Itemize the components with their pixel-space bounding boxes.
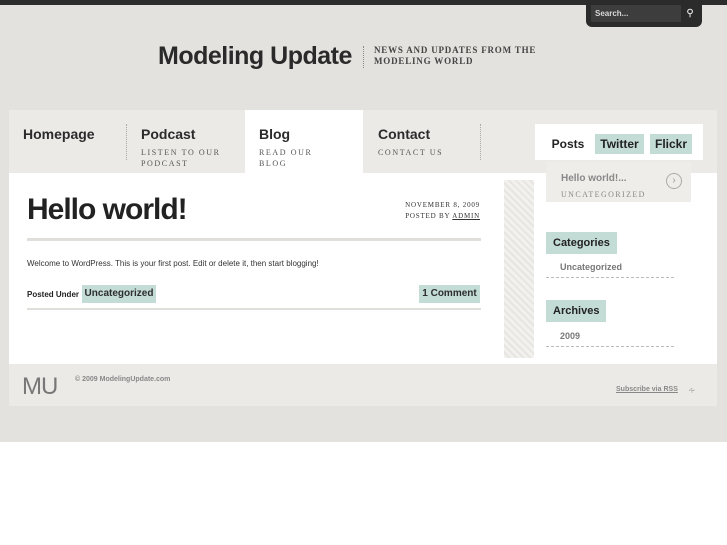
footer-logo: MU — [22, 373, 58, 400]
post-byline: Posted by admin — [360, 212, 480, 220]
tab-posts[interactable]: Posts — [546, 134, 590, 154]
nav-label: Homepage — [23, 126, 95, 142]
archives-heading: Archives — [546, 300, 607, 322]
post-title[interactable]: Hello world! — [27, 193, 188, 227]
nav-label: Podcast — [141, 126, 196, 142]
nav-item-contact[interactable]: Contact Contact us — [364, 110, 481, 173]
search-icon[interactable]: ⚲ — [684, 8, 696, 20]
comments-link[interactable]: 1 Comment — [419, 285, 480, 303]
recent-post-category: Uncategorized — [561, 190, 646, 199]
copyright-text: © 2009 ModelingUpdate.com — [75, 376, 171, 383]
category-link[interactable]: Uncategorized — [560, 262, 622, 272]
search-input[interactable] — [591, 5, 681, 22]
title-divider — [363, 46, 364, 68]
nav-item-homepage[interactable]: Homepage — [9, 110, 126, 173]
nav-item-podcast[interactable]: Podcast Listen to our podcast — [127, 110, 244, 173]
nav-sublabel: Contact us — [378, 148, 444, 157]
posted-by-label: Posted by — [405, 212, 451, 220]
rss-link[interactable]: Subscribe via RSS — [616, 386, 678, 393]
post-body: Welcome to WordPress. This is your first… — [27, 259, 319, 268]
rss-icon[interactable]: ∻ — [688, 385, 696, 396]
post-meta-divider — [27, 308, 481, 310]
widget-divider — [546, 346, 674, 347]
nav-item-blog[interactable]: Blog Read our blog — [245, 110, 363, 173]
nav-label: Contact — [378, 126, 431, 142]
arrow-right-icon[interactable]: › — [666, 173, 682, 189]
categories-heading: Categories — [546, 232, 617, 254]
category-tag[interactable]: Uncategorized — [82, 285, 156, 303]
nav-sublabel: Listen to our podcast — [141, 148, 221, 168]
site-title[interactable]: Modeling Update — [158, 42, 352, 71]
nav-sublabel: Read our blog — [259, 148, 313, 168]
tab-flickr[interactable]: Flickr — [650, 134, 692, 154]
author-link[interactable]: admin — [452, 212, 480, 220]
post-date: November 8, 2009 — [405, 201, 480, 209]
widget-divider — [546, 277, 674, 278]
archive-link[interactable]: 2009 — [560, 331, 580, 341]
footer — [9, 364, 717, 406]
posted-under-label: Posted Under — [27, 290, 80, 299]
nav-divider — [480, 124, 481, 160]
post-divider — [27, 238, 481, 241]
site-tagline: News and updates from the modeling world — [374, 45, 537, 66]
sidebar-stripe — [504, 180, 534, 358]
nav-label: Blog — [259, 126, 291, 142]
tab-twitter[interactable]: Twitter — [595, 134, 644, 154]
recent-post-title[interactable]: Hello world!... — [561, 173, 627, 184]
